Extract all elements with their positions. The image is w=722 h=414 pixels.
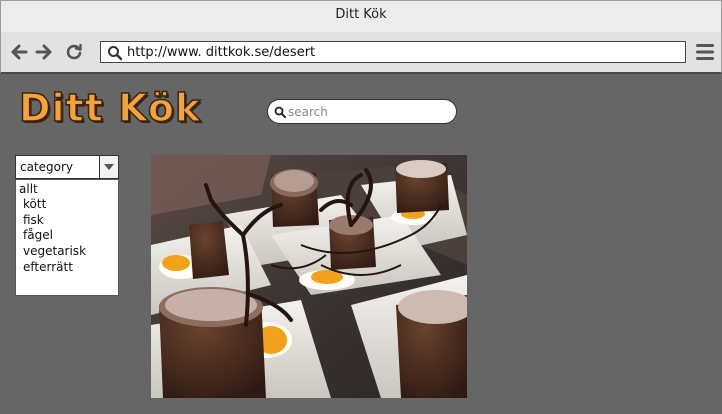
browser-window: Ditt Kök http://www. dittkok.se/desert D… — [0, 0, 722, 414]
hamburger-menu-icon[interactable] — [695, 43, 715, 65]
dropdown-arrow-button[interactable] — [99, 156, 118, 178]
category-option-vegetarisk[interactable]: vegetarisk — [23, 244, 86, 258]
chevron-down-icon — [104, 164, 114, 170]
browser-toolbar: http://www. dittkok.se/desert — [0, 32, 722, 74]
category-option-allt[interactable]: allt — [19, 182, 38, 196]
category-dropdown[interactable]: category — [15, 155, 119, 179]
category-options-list: allt kött fisk fågel vegetarisk efterrät… — [15, 179, 119, 296]
url-text: http://www. dittkok.se/desert — [127, 45, 316, 60]
category-option-fagel[interactable]: fågel — [23, 228, 53, 242]
search-icon — [108, 46, 123, 61]
arrow-right-icon[interactable] — [34, 42, 54, 62]
search-input[interactable] — [288, 103, 448, 120]
category-option-efterratt[interactable]: efterrätt — [23, 260, 73, 274]
category-selected: category — [20, 160, 74, 174]
address-bar[interactable]: http://www. dittkok.se/desert — [100, 41, 686, 63]
arrow-left-icon[interactable] — [9, 42, 29, 62]
category-option-kott[interactable]: kött — [23, 197, 46, 211]
category-option-fisk[interactable]: fisk — [23, 213, 44, 227]
search-box[interactable] — [267, 99, 457, 124]
site-logo[interactable]: Ditt Kök — [18, 85, 201, 131]
dessert-image — [151, 155, 467, 398]
title-bar: Ditt Kök — [0, 0, 722, 33]
search-icon — [274, 106, 286, 118]
reload-icon[interactable] — [64, 42, 84, 62]
window-title: Ditt Kök — [335, 7, 387, 22]
